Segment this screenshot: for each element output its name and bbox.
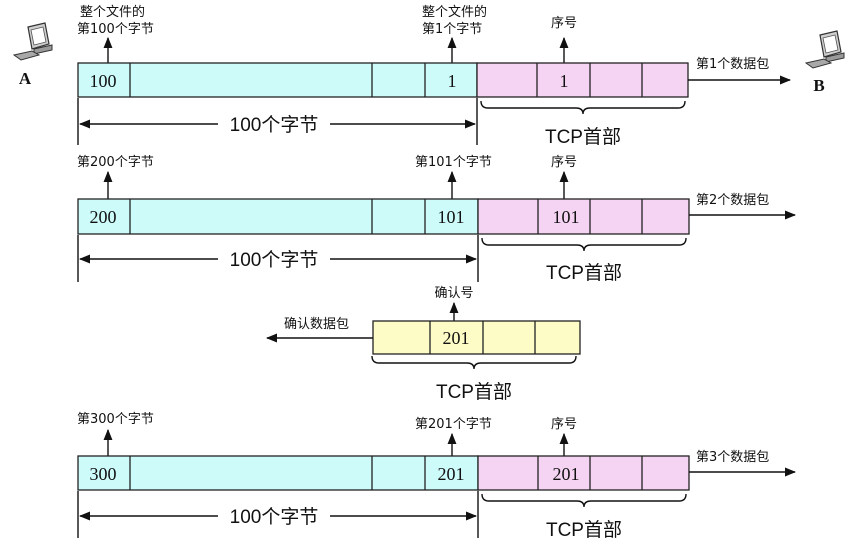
first-byte-value: 300 — [90, 464, 117, 484]
packet-label: 第2个数据包 — [696, 193, 769, 208]
segment-3: 第300个字节 第201个字节 序号 300 201 201 第3个数据包 10… — [77, 412, 797, 540]
last-byte-label: 第201个字节 — [415, 417, 492, 432]
header-brace — [480, 100, 686, 115]
last-byte-prefix: 整个文件的 — [422, 4, 487, 20]
last-byte-label: 第101个字节 — [415, 155, 492, 170]
seq-value: 201 — [553, 464, 580, 484]
packet-label: 第1个数据包 — [696, 57, 769, 72]
header-label: TCP首部 — [545, 126, 621, 148]
first-byte-prefix: 整个文件的 — [80, 4, 145, 20]
computer-icon-host-b — [804, 30, 845, 69]
first-byte-value: 200 — [90, 207, 117, 227]
ack-value: 201 — [443, 328, 470, 348]
last-byte-value: 1 — [448, 71, 457, 91]
header-label: TCP首部 — [546, 519, 622, 540]
packet-label: 第3个数据包 — [696, 450, 769, 465]
ack-header-box — [372, 320, 581, 355]
computer-icon-host-a — [12, 22, 53, 61]
last-byte-value: 201 — [438, 464, 465, 484]
data-area — [77, 455, 479, 491]
seq-label: 序号 — [551, 417, 577, 432]
size-label: 100个字节 — [230, 249, 319, 271]
seq-label: 序号 — [551, 155, 577, 170]
last-byte-label: 第1个字节 — [422, 22, 482, 37]
ack-segment: 确认号 201 确认数据包 TCP首部 — [265, 286, 581, 403]
ack-field-label: 确认号 — [434, 286, 473, 301]
ack-packet-label: 确认数据包 — [284, 317, 349, 332]
first-byte-value: 100 — [90, 71, 117, 91]
seq-label: 序号 — [551, 16, 577, 31]
header-brace — [481, 493, 687, 508]
host-b-label: B — [813, 76, 824, 95]
tcp-header-box — [477, 198, 690, 235]
last-byte-value: 101 — [438, 207, 465, 227]
seq-value: 101 — [553, 207, 580, 227]
first-byte-label: 第200个字节 — [77, 155, 154, 170]
size-label: 100个字节 — [230, 506, 319, 528]
tcp-header-box — [477, 455, 690, 491]
first-byte-label: 第100个字节 — [77, 22, 154, 37]
tcp-sequence-diagram: A B 整个文件的 第100个字节 整个文件的 第1个字节 序号 100 1 1… — [12, 4, 845, 540]
segment-2: 第200个字节 第101个字节 序号 200 101 101 第2个数据包 10… — [77, 155, 797, 284]
header-brace — [371, 355, 577, 370]
data-area — [77, 198, 479, 235]
tcp-header-box — [476, 62, 689, 98]
header-brace — [481, 237, 687, 252]
header-label: TCP首部 — [546, 262, 622, 284]
seq-value: 1 — [560, 71, 569, 91]
data-area — [77, 62, 478, 98]
header-label: TCP首部 — [436, 381, 512, 403]
first-byte-label: 第300个字节 — [77, 412, 154, 427]
segment-1: 整个文件的 第100个字节 整个文件的 第1个字节 序号 100 1 1 第1个… — [77, 4, 792, 148]
size-label: 100个字节 — [230, 114, 319, 136]
host-a-label: A — [19, 69, 32, 88]
